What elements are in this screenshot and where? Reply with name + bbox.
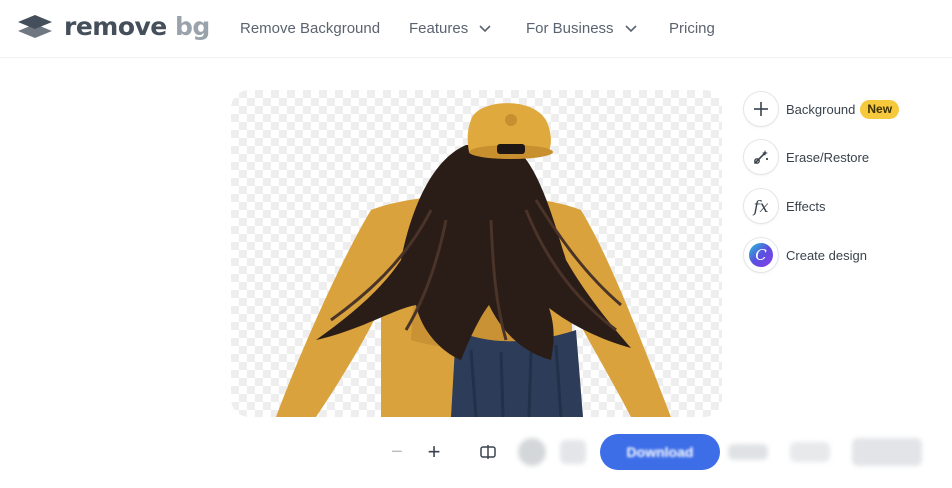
magic-brush-icon xyxy=(754,150,769,164)
nav-remove-background-label: Remove Background xyxy=(240,19,381,37)
zoom-out-button[interactable]: − xyxy=(388,440,406,463)
redo-button[interactable] xyxy=(560,440,586,464)
create-design-tool-label: Create design xyxy=(786,247,867,263)
new-badge: New xyxy=(860,99,900,119)
more-options-button[interactable] xyxy=(728,444,768,460)
result-image-canvas[interactable] xyxy=(231,90,722,417)
background-tool-button[interactable]: Background New xyxy=(743,91,900,127)
fx-icon: fx xyxy=(753,196,769,216)
erase-restore-tool-icon-circle[interactable] xyxy=(743,139,779,175)
bottom-toolbar: − + Download xyxy=(0,430,952,476)
erase-restore-tool-label: Erase/Restore xyxy=(786,149,870,165)
compare-button[interactable] xyxy=(478,442,498,462)
plus-icon: + xyxy=(427,439,441,464)
create-design-tool-icon-circle[interactable]: C xyxy=(743,237,779,273)
cutout-subject-image xyxy=(276,103,671,417)
erase-restore-tool-button[interactable]: Erase/Restore xyxy=(743,139,869,175)
logo-word-remove: remove xyxy=(64,12,167,41)
nav-features-label: Features xyxy=(409,19,469,37)
nav-for-business[interactable]: For Business xyxy=(526,18,638,38)
compare-icon xyxy=(480,445,496,459)
plus-icon xyxy=(754,102,768,116)
undo-button[interactable] xyxy=(518,438,546,466)
top-navigation: remove bg Remove Background Features For… xyxy=(0,0,952,58)
background-tool-label: Background xyxy=(786,101,856,117)
effects-tool-icon-circle[interactable]: fx xyxy=(743,188,779,224)
background-tool-icon-circle[interactable] xyxy=(743,91,779,127)
nav-features[interactable]: Features xyxy=(409,18,492,38)
logo-wordmark: remove bg xyxy=(64,12,210,42)
chevron-down-icon xyxy=(479,25,491,33)
effects-tool-label: Effects xyxy=(786,198,826,214)
nav-pricing-label: Pricing xyxy=(669,19,715,37)
removebg-logo[interactable]: remove bg xyxy=(16,12,210,42)
nav-pricing[interactable]: Pricing xyxy=(669,18,715,38)
download-button[interactable]: Download xyxy=(600,434,720,470)
download-label: Download xyxy=(626,444,694,460)
canva-icon-letter: C xyxy=(755,246,767,264)
logo-word-bg: bg xyxy=(174,12,210,41)
share-button[interactable] xyxy=(790,442,830,462)
nav-for-business-label: For Business xyxy=(526,19,614,37)
effects-tool-button[interactable]: fx Effects xyxy=(743,188,826,224)
nav-remove-background[interactable]: Remove Background xyxy=(240,18,380,38)
download-hd-button[interactable] xyxy=(852,438,922,466)
create-design-tool-button[interactable]: C Create design xyxy=(743,237,867,273)
layers-logo-icon xyxy=(18,15,52,38)
chevron-down-icon xyxy=(624,25,637,33)
minus-icon: − xyxy=(391,440,403,463)
canva-icon: C xyxy=(749,243,773,267)
zoom-in-button[interactable]: + xyxy=(425,439,443,464)
